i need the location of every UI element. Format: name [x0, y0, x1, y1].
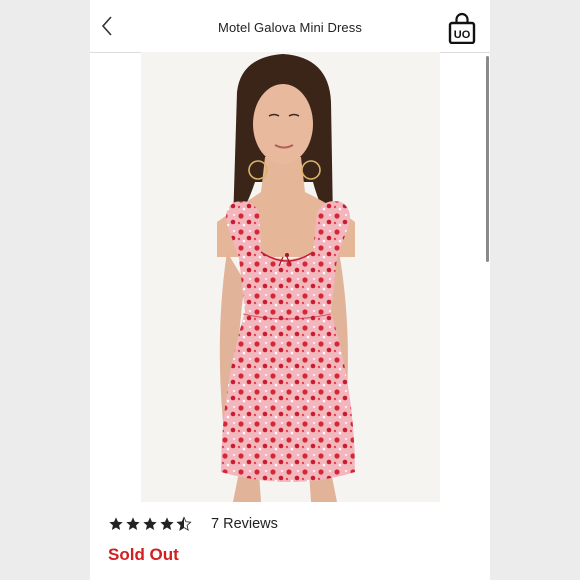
chevron-left-icon	[101, 16, 112, 36]
star-icon	[143, 517, 157, 530]
star-icon	[160, 517, 174, 530]
back-button[interactable]	[96, 14, 120, 38]
bag-logo: UO	[454, 29, 471, 41]
product-page: Motel Galova Mini Dress UO 7 Reviews Sol…	[90, 0, 490, 580]
rating-summary[interactable]: 7 Reviews	[108, 514, 278, 534]
star-icon	[126, 517, 140, 530]
shopping-bag-icon: UO	[448, 12, 476, 45]
reviews-link[interactable]: 7 Reviews	[211, 516, 278, 532]
page-title: Motel Galova Mini Dress	[218, 20, 362, 35]
bag-button[interactable]: UO	[448, 12, 476, 45]
sold-out-status: Sold Out	[108, 545, 179, 564]
scrollbar[interactable]	[486, 56, 489, 262]
star-rating	[108, 516, 192, 532]
half-star-icon	[176, 516, 192, 531]
app-header: Motel Galova Mini Dress UO	[90, 0, 490, 53]
product-photo	[141, 52, 440, 502]
star-icon	[109, 517, 123, 530]
